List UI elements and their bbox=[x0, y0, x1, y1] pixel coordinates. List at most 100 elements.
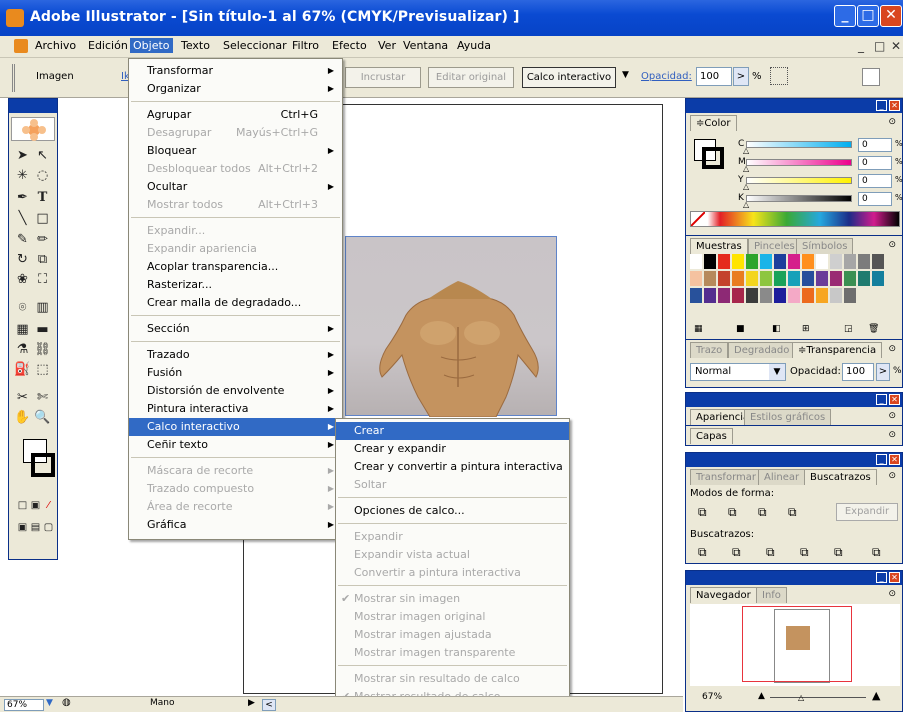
tab-alinear[interactable]: Alinear bbox=[758, 469, 806, 485]
zoom-field[interactable]: 67% bbox=[4, 699, 44, 711]
calco-menu-item[interactable]: Crear y convertir a pintura interactiva bbox=[336, 458, 569, 476]
chevron-down-icon[interactable]: ▼ bbox=[769, 364, 785, 380]
tab-pinceles[interactable]: Pinceles bbox=[748, 238, 801, 254]
swatch[interactable] bbox=[844, 254, 857, 270]
menu-filtro[interactable]: Filtro bbox=[292, 39, 319, 52]
swatch[interactable] bbox=[774, 288, 787, 304]
panel-close-icon[interactable]: ✕ bbox=[889, 394, 900, 405]
menu-ventana[interactable]: Ventana bbox=[403, 39, 448, 52]
gradient-tool-icon[interactable]: ▬ bbox=[34, 321, 51, 338]
objeto-menu-item[interactable]: Gráfica ▶ bbox=[129, 516, 342, 534]
panel-minimize-icon[interactable]: _ bbox=[876, 454, 887, 465]
menu-ayuda[interactable]: Ayuda bbox=[457, 39, 491, 52]
menu-seleccionar[interactable]: Seleccionar bbox=[223, 39, 287, 52]
menu-texto[interactable]: Texto bbox=[181, 39, 210, 52]
swatch[interactable] bbox=[704, 271, 717, 287]
close-button[interactable]: ✕ bbox=[880, 5, 902, 27]
objeto-menu-item[interactable]: Trazado ▶ bbox=[129, 346, 342, 364]
merge-icon[interactable]: ⧉ bbox=[766, 545, 775, 560]
swatch[interactable] bbox=[830, 254, 843, 270]
rotate-tool-icon[interactable]: ↻ bbox=[14, 251, 31, 268]
live-paint-bucket-tool-icon[interactable]: ⛽ bbox=[14, 361, 31, 378]
channel-slider[interactable] bbox=[746, 159, 852, 166]
mesh-tool-icon[interactable]: ▦ bbox=[14, 321, 31, 338]
lasso-tool-icon[interactable]: ◌ bbox=[34, 167, 51, 184]
crop-icon[interactable]: ⧉ bbox=[800, 545, 809, 560]
calco-menu-item[interactable]: Crear y expandir bbox=[336, 440, 569, 458]
paintbrush-tool-icon[interactable]: ✎ bbox=[14, 231, 31, 248]
opacity-arrow-button[interactable]: > bbox=[733, 67, 749, 86]
tab-transformar[interactable]: Transformar bbox=[690, 469, 762, 485]
outline-icon[interactable]: ⧉ bbox=[834, 545, 843, 560]
tab-buscatrazos[interactable]: Buscatrazos bbox=[804, 469, 877, 485]
slider-thumb-icon[interactable]: △ bbox=[743, 182, 749, 191]
scissors-tool-icon[interactable]: ✄ bbox=[34, 389, 51, 406]
swatch[interactable] bbox=[774, 254, 787, 270]
full-screen-mode-icon[interactable]: ▢ bbox=[40, 519, 57, 536]
hand-tool-icon[interactable]: ✋ bbox=[14, 409, 31, 426]
appearance-panel-header[interactable]: _ ✕ bbox=[686, 393, 902, 407]
swatch[interactable] bbox=[816, 254, 829, 270]
opacity-input[interactable]: 100 bbox=[842, 363, 874, 381]
swatch[interactable] bbox=[704, 254, 717, 270]
doc-minimize-button[interactable]: _ bbox=[858, 39, 864, 53]
swatch[interactable] bbox=[872, 271, 885, 287]
tab-simbolos[interactable]: Símbolos bbox=[796, 238, 854, 254]
panel-close-icon[interactable]: ✕ bbox=[889, 454, 900, 465]
objeto-menu-item[interactable]: Bloquear ▶ bbox=[129, 142, 342, 160]
menu-ver[interactable]: Ver bbox=[378, 39, 396, 52]
zoom-in-icon[interactable]: ▲ bbox=[872, 689, 880, 702]
swatch[interactable] bbox=[858, 271, 871, 287]
trim-icon[interactable]: ⧉ bbox=[732, 545, 741, 560]
swatch[interactable] bbox=[802, 254, 815, 270]
swatch[interactable] bbox=[844, 271, 857, 287]
align-grid-icon[interactable] bbox=[770, 67, 788, 85]
direct-selection-tool-icon[interactable]: ↖ bbox=[34, 147, 51, 164]
menu-objeto[interactable]: Objeto bbox=[130, 38, 173, 53]
objeto-menu-item[interactable]: Ceñir texto ▶ bbox=[129, 436, 342, 454]
swatch[interactable] bbox=[816, 271, 829, 287]
trace-preset-dropdown-icon[interactable]: ▼ bbox=[622, 70, 629, 80]
objeto-menu-item[interactable]: Pintura interactiva ▶ bbox=[129, 400, 342, 418]
channel-value-input[interactable]: 0 bbox=[858, 156, 892, 170]
swatch[interactable] bbox=[830, 288, 843, 304]
objeto-menu-item[interactable]: Organizar ▶ bbox=[129, 80, 342, 98]
swatch[interactable] bbox=[844, 288, 857, 304]
swatch[interactable] bbox=[788, 271, 801, 287]
calco-menu-item[interactable]: Opciones de calco... bbox=[336, 502, 569, 520]
objeto-menu-item[interactable]: Ocultar ▶ bbox=[129, 178, 342, 196]
tab-color[interactable]: ≑Color bbox=[690, 115, 737, 131]
panel-minimize-icon[interactable]: _ bbox=[876, 394, 887, 405]
swatch-options-icon[interactable]: ■ bbox=[736, 324, 745, 334]
zoom-tool-icon[interactable]: 🔍 bbox=[34, 409, 51, 426]
color-spectrum-ramp[interactable] bbox=[690, 211, 900, 227]
swatch[interactable] bbox=[732, 288, 745, 304]
opacity-arrow-button[interactable]: > bbox=[876, 363, 890, 381]
subtract-shape-icon[interactable]: ⧉ bbox=[728, 505, 737, 520]
graph-tool-icon[interactable]: ▥ bbox=[34, 299, 51, 316]
version-cue-icon[interactable]: ◍ bbox=[62, 697, 71, 708]
tools-panel-header[interactable] bbox=[9, 99, 57, 113]
swatch[interactable] bbox=[760, 288, 773, 304]
exclude-shape-icon[interactable]: ⧉ bbox=[788, 505, 797, 520]
swatch[interactable] bbox=[802, 271, 815, 287]
panel-minimize-icon[interactable]: _ bbox=[876, 100, 887, 111]
zoom-slider-track[interactable] bbox=[770, 697, 866, 698]
stroke-color-swatch[interactable] bbox=[702, 147, 724, 169]
zoom-slider-thumb[interactable]: △ bbox=[798, 693, 804, 702]
slider-thumb-icon[interactable]: △ bbox=[743, 164, 749, 173]
swatch[interactable] bbox=[718, 271, 731, 287]
menu-efecto[interactable]: Efecto bbox=[332, 39, 367, 52]
navigator-view-box[interactable] bbox=[742, 606, 852, 682]
opacity-label[interactable]: Opacidad: bbox=[641, 71, 692, 82]
swatch[interactable] bbox=[760, 271, 773, 287]
swatch[interactable] bbox=[732, 271, 745, 287]
opacity-input[interactable]: 100 bbox=[696, 67, 732, 86]
panel-options-icon[interactable] bbox=[862, 68, 880, 86]
swatch[interactable] bbox=[788, 288, 801, 304]
channel-value-input[interactable]: 0 bbox=[858, 174, 892, 188]
tab-navegador[interactable]: Navegador bbox=[690, 587, 757, 603]
panel-close-icon[interactable]: ✕ bbox=[889, 100, 900, 111]
magic-wand-tool-icon[interactable]: ✳ bbox=[14, 167, 31, 184]
scroll-left-button[interactable]: < bbox=[262, 699, 276, 711]
